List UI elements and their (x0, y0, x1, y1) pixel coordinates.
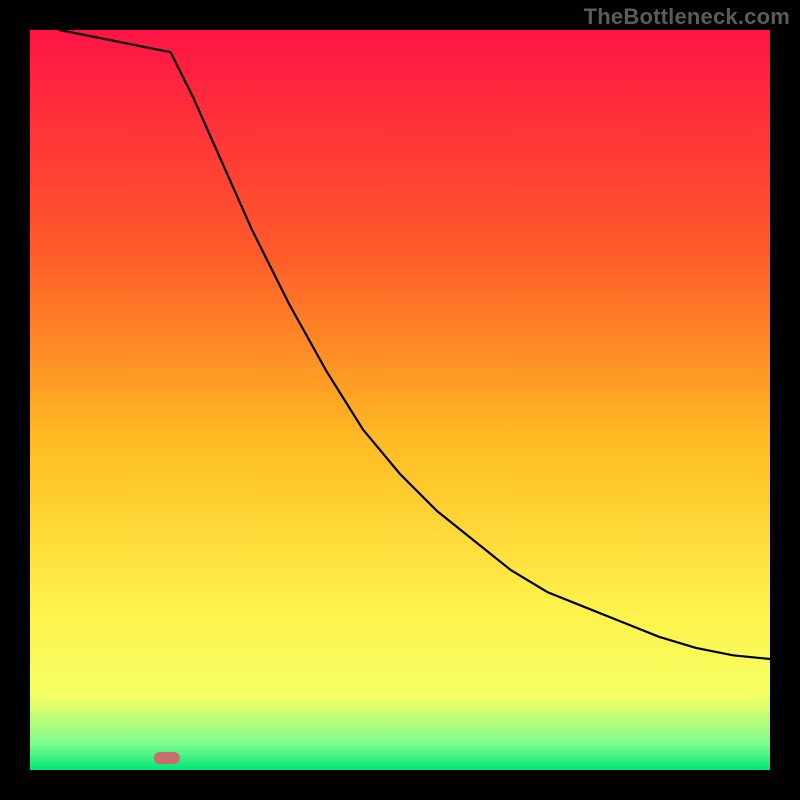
bottleneck-marker (154, 752, 180, 764)
gradient-background (30, 30, 770, 770)
chart-container: TheBottleneck.com (0, 0, 800, 800)
chart-svg (30, 30, 770, 770)
watermark-text: TheBottleneck.com (584, 4, 790, 30)
marker-group (154, 752, 180, 764)
plot-area (30, 30, 770, 770)
